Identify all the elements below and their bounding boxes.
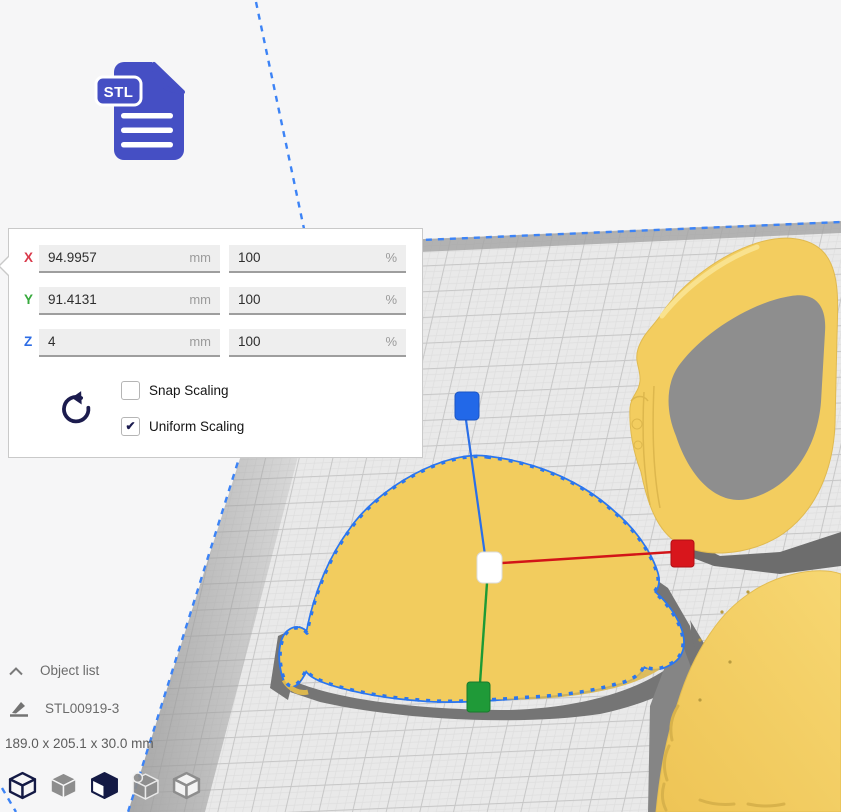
x-percent-unit: % [385,245,397,271]
z-size-field[interactable]: 4 mm [39,329,220,357]
axis-row-z: Z 4 mm 100 % [9,329,422,355]
axis-row-y: Y 91.4131 mm 100 % [9,287,422,313]
x-percent-value: 100 [238,245,261,271]
y-percent-unit: % [385,287,397,313]
y-size-value: 91.4131 [48,287,97,313]
cube-wireframe-gray-icon[interactable] [172,771,201,800]
z-size-value: 4 [48,329,56,355]
z-percent-unit: % [385,329,397,355]
snap-scaling-label: Snap Scaling [149,383,229,398]
cube-gray-with-tab-icon[interactable] [131,771,160,800]
chevron-up-icon [8,666,24,676]
z-percent-field[interactable]: 100 % [229,329,406,357]
uniform-scaling-label: Uniform Scaling [149,419,244,434]
cube-wireframe-dark-icon[interactable] [8,771,37,800]
x-size-value: 94.9957 [48,245,97,271]
uniform-scaling-checkbox[interactable]: ✔ Uniform Scaling [121,417,244,436]
gizmo-center-handle[interactable] [477,552,502,583]
z-size-unit: mm [189,329,211,355]
stl-badge-label: STL [104,84,134,101]
axis-label-y: Y [24,287,40,313]
reset-scale-button[interactable] [55,389,95,431]
app-window: STL X 94.9957 mm 100 % Y 91.41 [0,0,841,812]
reset-arrow-icon [55,389,95,431]
object-list-label: Object list [40,663,99,678]
gizmo-x-handle[interactable] [671,540,694,567]
object-list-item[interactable]: STL00919-3 [8,698,119,718]
cube-solid-gray-icon[interactable] [49,771,78,800]
object-dimensions: 189.0 x 205.1 x 30.0 mm [5,736,154,751]
y-size-field[interactable]: 91.4131 mm [39,287,220,315]
x-size-unit: mm [189,245,211,271]
stl-doc-lines [121,113,173,148]
object-item-name: STL00919-3 [45,701,119,716]
uniform-scaling-box[interactable]: ✔ [121,417,140,436]
pencil-icon [8,698,30,718]
cube-dark-white-face-icon[interactable] [90,771,119,800]
z-percent-value: 100 [238,329,261,355]
x-percent-field[interactable]: 100 % [229,245,406,273]
snap-scaling-checkbox[interactable]: Snap Scaling [121,381,229,400]
object-list-header[interactable]: Object list [8,663,99,678]
gizmo-z-handle[interactable] [455,392,479,420]
x-size-field[interactable]: 94.9957 mm [39,245,220,273]
snap-scaling-box[interactable] [121,381,140,400]
view-toolbar [8,771,201,800]
axis-label-x: X [24,245,40,271]
y-percent-field[interactable]: 100 % [229,287,406,315]
axis-row-x: X 94.9957 mm 100 % [9,245,422,271]
axis-label-z: Z [24,329,40,355]
y-size-unit: mm [189,287,211,313]
scale-tool-panel: X 94.9957 mm 100 % Y 91.4131 mm 100 % Z [8,228,423,458]
y-percent-value: 100 [238,287,261,313]
gizmo-y-handle[interactable] [467,682,490,712]
